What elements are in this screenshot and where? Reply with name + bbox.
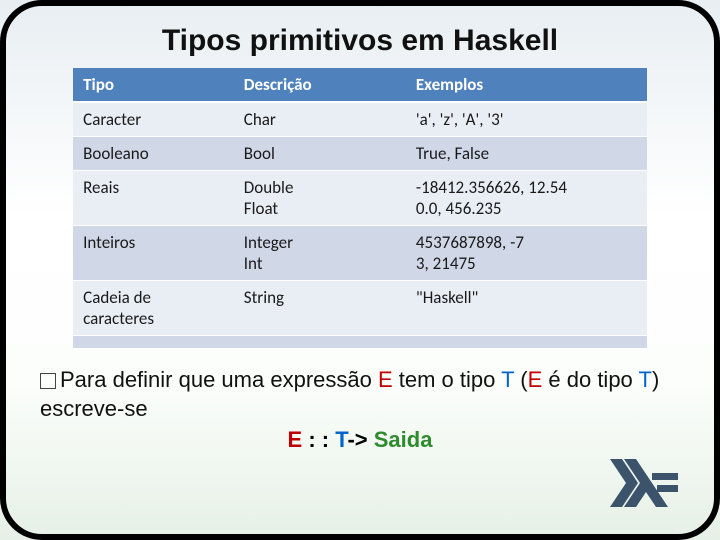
th-exemplos: Exemplos bbox=[406, 68, 647, 102]
cell: True, False bbox=[406, 137, 647, 171]
cell: Reais bbox=[73, 171, 234, 226]
table-row: Booleano Bool True, False bbox=[73, 137, 647, 171]
expr-E: E bbox=[378, 367, 393, 392]
text: é do tipo bbox=[542, 367, 638, 392]
cell: Bool bbox=[234, 137, 406, 171]
type-T: T bbox=[639, 367, 652, 392]
bullet-box-icon bbox=[40, 373, 56, 389]
cell bbox=[234, 336, 406, 349]
table-row: Caracter Char 'a', 'z', 'A', '3' bbox=[73, 102, 647, 137]
table-row: Reais DoubleFloat -18412.356626, 12.540.… bbox=[73, 171, 647, 226]
cell: Inteiros bbox=[73, 226, 234, 281]
cell: "Haskell" bbox=[406, 281, 647, 336]
table-row: Inteiros IntegerInt 4537687898, -73, 214… bbox=[73, 226, 647, 281]
text: : : bbox=[302, 427, 335, 452]
cell: Booleano bbox=[73, 137, 234, 171]
text: ( bbox=[514, 367, 527, 392]
cell: -18412.356626, 12.540.0, 456.235 bbox=[406, 171, 647, 226]
text: Para definir que uma expressão bbox=[60, 367, 378, 392]
definition-paragraph: Para definir que uma expressão E tem o t… bbox=[40, 366, 680, 423]
th-descricao: Descrição bbox=[234, 68, 406, 102]
type-expression: E : : T-> Saida bbox=[34, 427, 686, 453]
type-T: T bbox=[335, 427, 347, 452]
cell: String bbox=[234, 281, 406, 336]
type-T: T bbox=[501, 367, 514, 392]
cell bbox=[73, 336, 234, 349]
cell bbox=[406, 336, 647, 349]
page-title: Tipos primitivos em Haskell bbox=[34, 24, 686, 58]
cell: 4537687898, -73, 21475 bbox=[406, 226, 647, 281]
cell: Char bbox=[234, 102, 406, 137]
cell: IntegerInt bbox=[234, 226, 406, 281]
text: tem o tipo bbox=[393, 367, 501, 392]
expr-E: E bbox=[528, 367, 543, 392]
output-label: Saida bbox=[374, 427, 433, 452]
text: -> bbox=[347, 427, 373, 452]
expr-E: E bbox=[288, 427, 303, 452]
haskell-logo-icon bbox=[610, 459, 680, 512]
cell: DoubleFloat bbox=[234, 171, 406, 226]
cell: Caracter bbox=[73, 102, 234, 137]
th-tipo: Tipo bbox=[73, 68, 234, 102]
table-header-row: Tipo Descrição Exemplos bbox=[73, 68, 647, 102]
table-row bbox=[73, 336, 647, 349]
cell: Cadeia de caracteres bbox=[73, 281, 234, 336]
cell: 'a', 'z', 'A', '3' bbox=[406, 102, 647, 137]
table-row: Cadeia de caracteres String "Haskell" bbox=[73, 281, 647, 336]
types-table: Tipo Descrição Exemplos Caracter Char 'a… bbox=[73, 68, 647, 348]
